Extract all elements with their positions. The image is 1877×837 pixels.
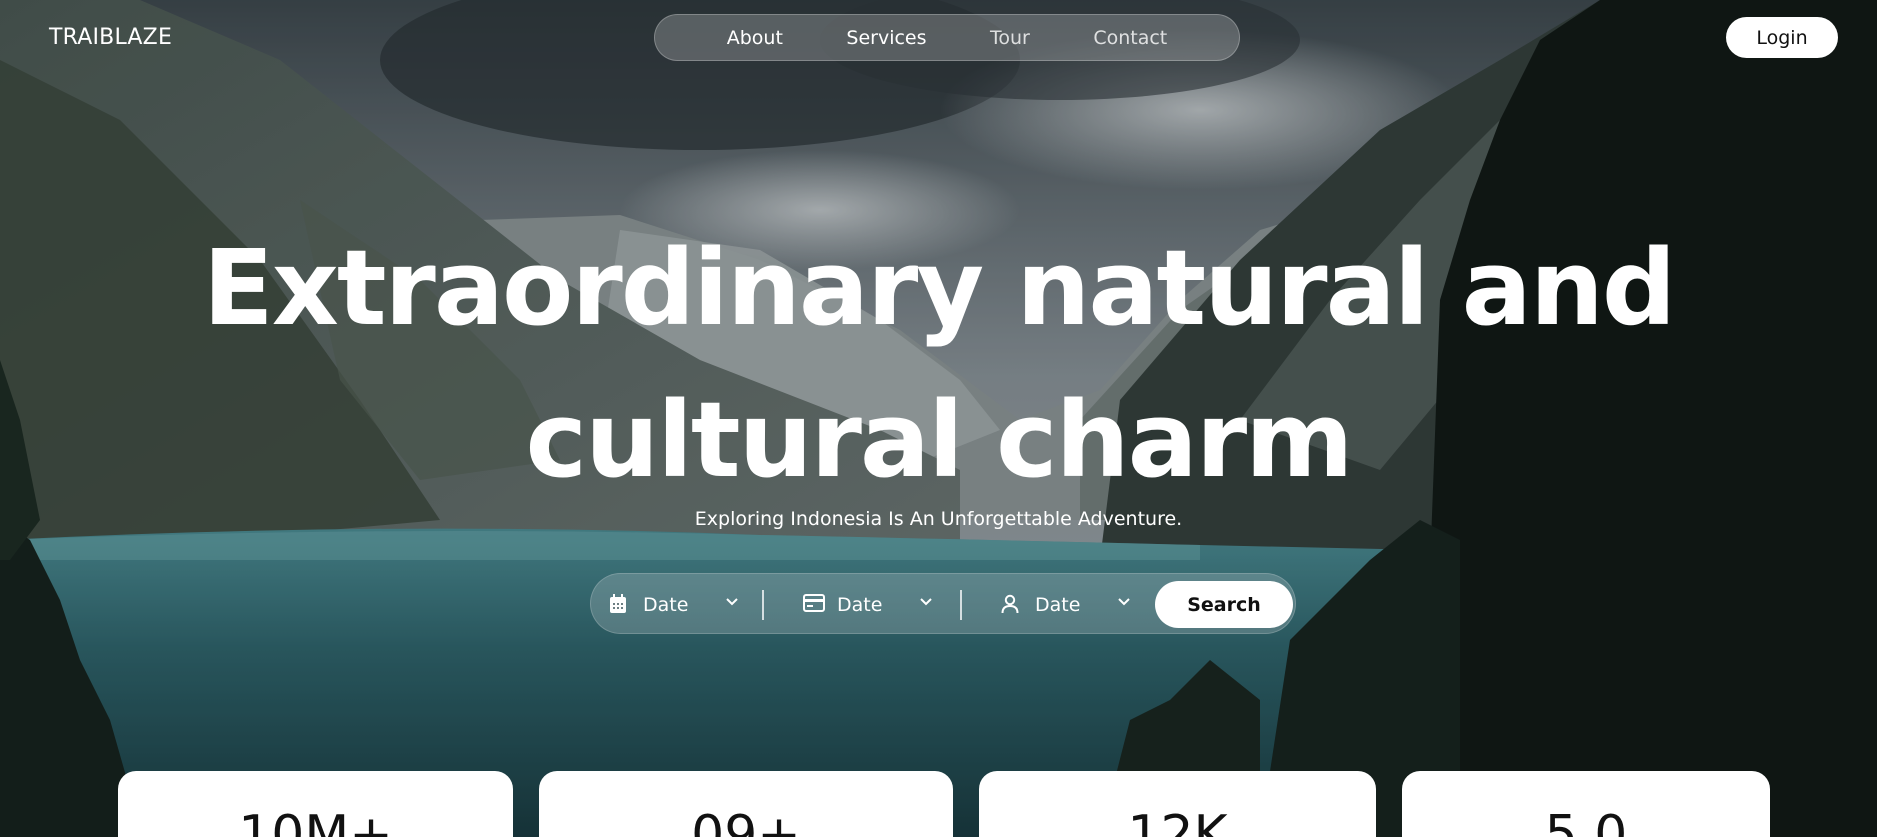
- hero-subtitle: Exploring Indonesia Is An Unforgettable …: [694, 508, 1183, 530]
- hero-headline: Extraordinary natural and cultural charm: [0, 212, 1877, 516]
- nav-item-services[interactable]: Services: [846, 27, 926, 49]
- stat-card: 09+: [539, 771, 953, 837]
- calendar-icon: [609, 593, 631, 616]
- stat-value: 5.0: [1544, 805, 1628, 837]
- chevron-down-icon: [920, 597, 934, 612]
- stat-value: 09+: [691, 805, 801, 837]
- stat-card: 12K: [979, 771, 1376, 837]
- credit-card-icon: [803, 593, 825, 616]
- nav-item-contact[interactable]: Contact: [1093, 27, 1167, 49]
- brand-logo[interactable]: TRAIBLAZE: [49, 25, 172, 50]
- stat-card: 10M+: [118, 771, 513, 837]
- search-button[interactable]: Search: [1155, 581, 1293, 628]
- stat-value: 12K: [1127, 805, 1228, 837]
- nav-item-about[interactable]: About: [727, 27, 783, 49]
- stat-card: 5.0: [1402, 771, 1770, 837]
- nav-item-tour[interactable]: Tour: [990, 27, 1030, 49]
- chevron-down-icon: [726, 597, 740, 612]
- search-field-date-2-label: Date: [837, 593, 883, 616]
- login-button[interactable]: Login: [1726, 17, 1838, 58]
- search-field-date-1[interactable]: Date: [609, 574, 740, 635]
- person-icon: [1001, 594, 1023, 616]
- search-field-date-3[interactable]: Date: [1001, 574, 1132, 635]
- hero-headline-line2: cultural charm: [525, 379, 1354, 501]
- hero-section: TRAIBLAZE About Services Tour Contact Lo…: [0, 0, 1877, 837]
- search-field-date-2[interactable]: Date: [803, 574, 934, 635]
- search-divider: [960, 590, 962, 620]
- chevron-down-icon: [1118, 597, 1132, 612]
- search-field-date-1-label: Date: [643, 593, 689, 616]
- stat-value: 10M+: [238, 805, 393, 837]
- search-field-date-3-label: Date: [1035, 593, 1081, 616]
- main-nav: About Services Tour Contact: [654, 14, 1240, 61]
- hero-headline-line1: Extraordinary natural and: [202, 227, 1677, 349]
- search-bar: Date Date Date Search: [590, 573, 1296, 634]
- search-divider: [762, 590, 764, 620]
